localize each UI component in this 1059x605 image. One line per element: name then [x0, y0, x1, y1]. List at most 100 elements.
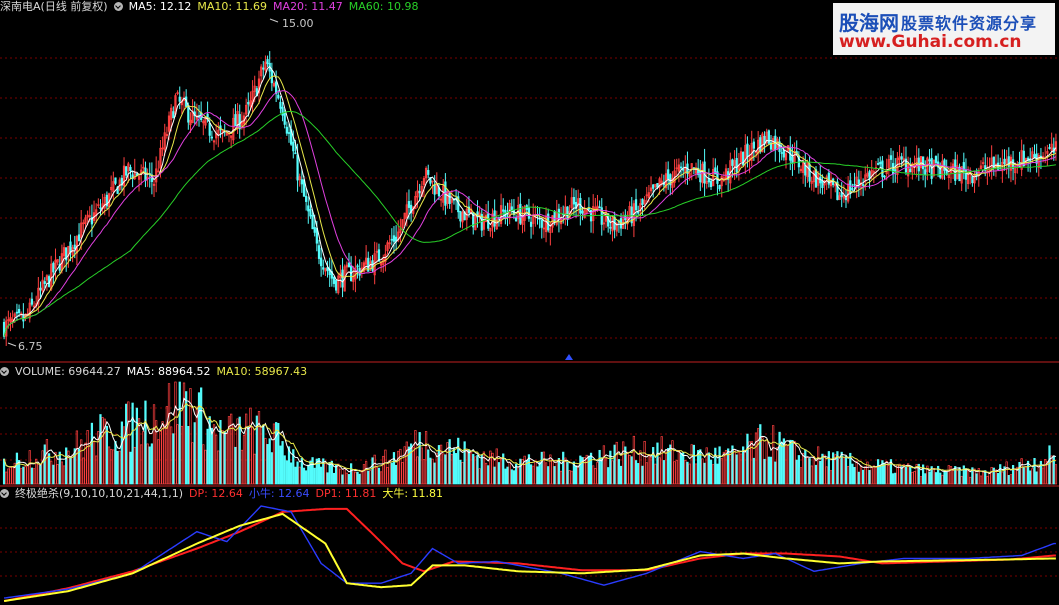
volume-bar: [480, 454, 483, 485]
ma5-line: [3, 65, 1057, 337]
volume-bar: [1011, 465, 1015, 485]
volume-bar: [497, 462, 501, 485]
volume-bar: [677, 449, 681, 485]
volume-bar: [174, 381, 177, 485]
volume-bar: [1018, 461, 1021, 485]
volume-bar: [1029, 470, 1032, 485]
volume-bar: [604, 458, 608, 485]
volume-bar: [200, 387, 203, 485]
candle-body: [709, 180, 713, 188]
volume-bar: [382, 455, 385, 485]
volume-bar: [367, 470, 370, 485]
candle-body: [73, 244, 76, 250]
volume-bar: [386, 466, 389, 485]
candle-body: [275, 81, 278, 94]
volume-bar: [611, 460, 614, 485]
volume-bar: [1024, 466, 1028, 485]
volume-bar: [712, 464, 715, 485]
settings-circle-icon[interactable]: [0, 489, 9, 498]
volume-bar: [118, 450, 121, 485]
volume-bar: [686, 461, 689, 485]
volume-bar: [804, 449, 807, 485]
high-price-pointer: [269, 18, 279, 23]
volume-bar: [887, 465, 890, 485]
settings-circle-icon[interactable]: [113, 2, 123, 11]
volume-bar: [583, 457, 586, 485]
candle-body: [300, 179, 303, 185]
volume-bar: [943, 469, 946, 485]
volume-bar: [742, 446, 745, 485]
volume-bar: [478, 468, 481, 485]
volume-bar: [499, 458, 503, 485]
volume-bar: [791, 440, 794, 485]
volume-bar: [904, 466, 908, 485]
volume-bar: [679, 452, 683, 485]
candle-body: [731, 159, 734, 166]
volume-bar: [622, 441, 625, 485]
price-low-label: 6.75: [18, 340, 43, 353]
volume-bar: [838, 458, 841, 485]
volume-bar: [285, 460, 288, 485]
volume-bar: [129, 451, 132, 485]
candle-body: [320, 257, 323, 267]
candle-body: [283, 111, 286, 125]
volume-bar: [547, 466, 550, 485]
candle-body: [390, 238, 393, 241]
volume-bar: [954, 466, 957, 485]
candle-body: [652, 184, 655, 189]
volume-bar: [148, 446, 151, 485]
volume-bar: [540, 451, 543, 485]
volume-bar: [592, 465, 595, 485]
volume-bar: [409, 443, 413, 485]
volume-bar: [928, 471, 931, 485]
volume-bar: [405, 441, 408, 485]
indicator-legend-item-1: DP: 12.64: [189, 487, 243, 500]
volume-bar: [339, 468, 342, 485]
candle-body: [341, 269, 344, 288]
volume-bar: [894, 472, 897, 485]
volume-bar: [448, 439, 451, 485]
volume-bar: [1037, 464, 1040, 485]
volume-bar: [1007, 475, 1010, 485]
volume-bar: [975, 473, 978, 485]
volume-bar: [30, 467, 34, 485]
volume-bar: [343, 467, 346, 485]
candle-body: [514, 217, 518, 222]
volume-bar: [412, 447, 415, 485]
volume-bar: [862, 469, 865, 485]
candle-body: [77, 234, 81, 242]
volume-bar: [313, 467, 316, 485]
volume-bar: [658, 457, 661, 485]
volume-bar: [185, 391, 188, 485]
volume-bar: [986, 475, 989, 485]
volume-bar: [562, 451, 565, 485]
volume-bar: [553, 466, 556, 485]
volume-bar: [761, 437, 764, 485]
volume-bar: [932, 468, 935, 485]
settings-circle-icon[interactable]: [0, 367, 9, 376]
volume-bar: [435, 452, 438, 485]
candle-body: [553, 210, 556, 223]
volume-bar: [131, 402, 134, 485]
volume-bar: [1033, 457, 1036, 485]
ma10-line: [3, 75, 1057, 337]
indicator-panel-header: 终极绝杀(9,10,10,10,21,44,1,1) DP: 12.64 小牛: 1…: [0, 487, 455, 501]
volume-bar: [720, 458, 723, 485]
volume-bar: [407, 446, 411, 485]
volume-bar: [142, 431, 145, 485]
volume-bar: [429, 457, 432, 485]
volume-bar: [532, 465, 535, 485]
volume-bar: [709, 459, 713, 485]
volume-bar: [737, 451, 740, 485]
volume-bar: [999, 464, 1002, 485]
candle-body: [292, 141, 295, 152]
volume-bar: [744, 451, 747, 485]
volume-bar: [379, 471, 383, 485]
candle-body: [782, 149, 785, 158]
candle-body: [317, 245, 321, 259]
volume-bar: [634, 460, 638, 485]
volume-bar: [484, 462, 488, 485]
volume-bar: [178, 381, 181, 485]
volume-bar: [352, 469, 355, 485]
volume-bar: [602, 445, 606, 485]
